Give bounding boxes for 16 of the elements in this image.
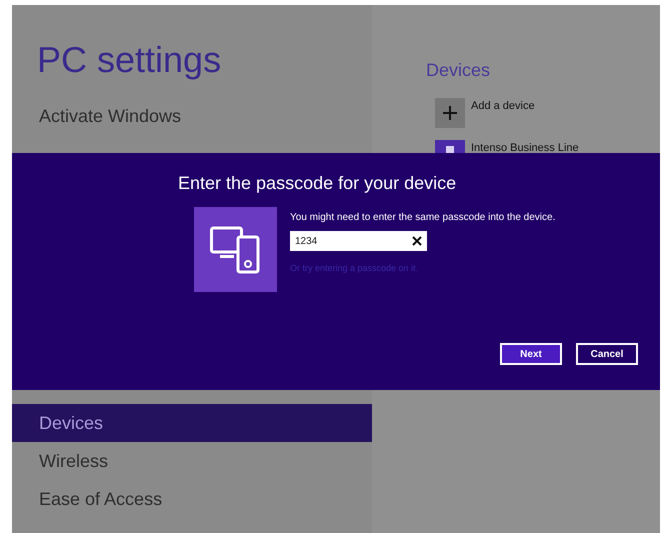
pane-heading: Devices	[426, 59, 492, 82]
devices-icon	[210, 226, 262, 274]
nav-item[interactable]: Activate Windows	[12, 97, 372, 135]
clear-icon[interactable]	[412, 236, 422, 246]
dialog-message: You might need to enter the same passcode into the device.	[290, 211, 556, 225]
page-title: PC settings	[37, 38, 222, 82]
add-icon	[435, 98, 465, 128]
dialog-button[interactable]: Cancel	[576, 343, 638, 365]
nav-item[interactable]: Wireless	[12, 442, 372, 480]
device-label[interactable]: Intenso Business Line	[471, 140, 579, 156]
passcode-field[interactable]: 1234	[290, 231, 427, 251]
nav-item[interactable]: Devices	[12, 404, 372, 442]
device-label[interactable]: Add a device	[471, 98, 535, 114]
nav-item[interactable]: Ease of Access	[12, 480, 372, 518]
dialog-button[interactable]: Next	[500, 343, 562, 365]
dialog-title: Enter the passcode for your device	[178, 172, 456, 195]
